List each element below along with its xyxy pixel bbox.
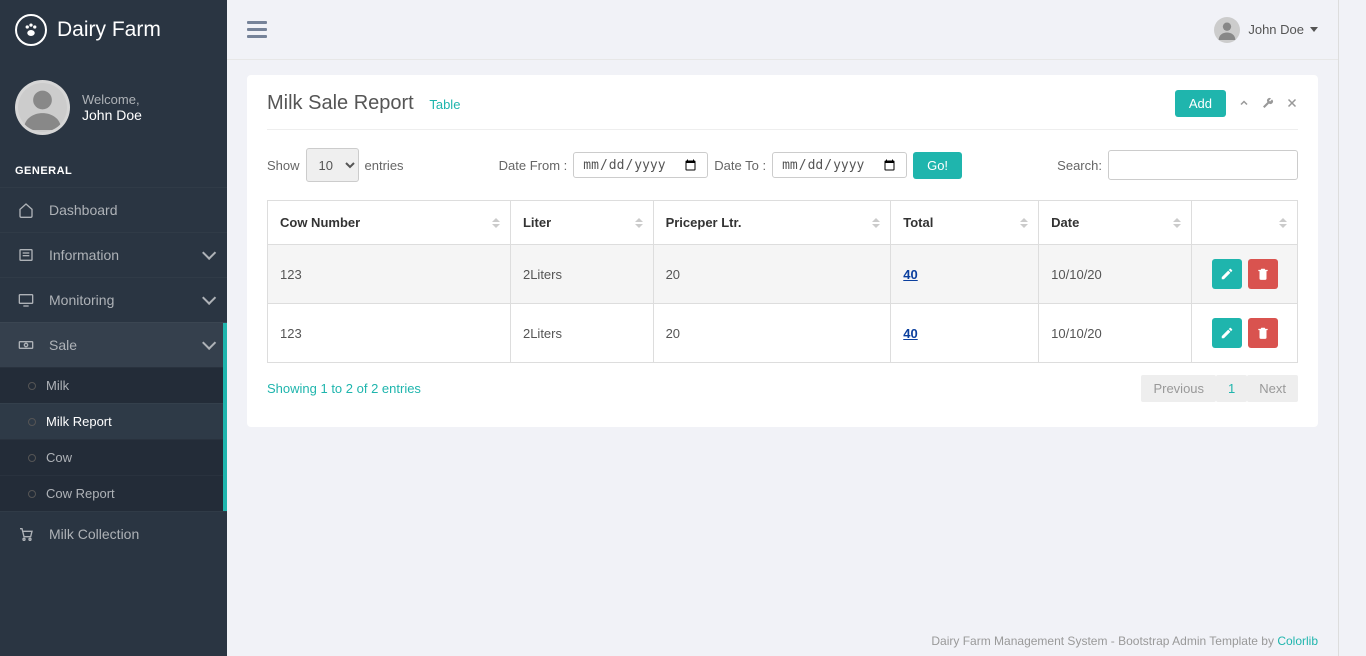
date-from-label: Date From : (499, 158, 568, 173)
scrollbar[interactable] (1338, 0, 1352, 656)
date-to-input[interactable] (772, 152, 907, 178)
report-panel: Milk Sale Report Table Add (247, 75, 1318, 427)
sort-icon (492, 218, 500, 228)
cell-cow-number: 123 (268, 245, 511, 304)
collapse-icon[interactable] (1238, 96, 1250, 112)
monitor-icon (15, 292, 37, 308)
col-date[interactable]: Date (1039, 201, 1192, 245)
sale-submenu: Milk Milk Report Cow Cow Report (0, 367, 227, 511)
prev-button[interactable]: Previous (1141, 375, 1216, 402)
delete-button[interactable] (1248, 318, 1278, 348)
sub-item-milk-report[interactable]: Milk Report (0, 403, 227, 439)
cart-icon (15, 526, 37, 542)
cell-date: 10/10/20 (1039, 304, 1192, 363)
sort-icon (1279, 218, 1287, 228)
edit-button[interactable] (1212, 259, 1242, 289)
section-label: GENERAL (0, 155, 227, 187)
avatar-icon (1214, 17, 1240, 43)
report-table: Cow Number Liter Priceper Ltr. Total Dat… (267, 200, 1298, 363)
hamburger-icon[interactable] (247, 21, 267, 38)
topbar: John Doe (227, 0, 1338, 60)
sidebar: Dairy Farm Welcome, John Doe GENERAL Das… (0, 0, 227, 656)
paw-icon (15, 14, 47, 46)
brand-title: Dairy Farm (57, 18, 161, 42)
cell-total: 40 (891, 304, 1039, 363)
home-icon (15, 202, 37, 218)
sidebar-item-label: Dashboard (49, 202, 118, 218)
cell-price: 20 (653, 304, 891, 363)
list-icon (15, 247, 37, 263)
money-icon (15, 337, 37, 353)
col-liter[interactable]: Liter (510, 201, 653, 245)
search-input[interactable] (1108, 150, 1298, 180)
sub-item-cow-report[interactable]: Cow Report (0, 475, 227, 511)
table-row: 1232Liters20 40 10/10/20 (268, 245, 1298, 304)
cell-cow-number: 123 (268, 304, 511, 363)
sidebar-item-label: Monitoring (49, 292, 114, 308)
caret-down-icon (1310, 27, 1318, 32)
next-button[interactable]: Next (1247, 375, 1298, 402)
profile-name: John Doe (82, 107, 142, 123)
add-button[interactable]: Add (1175, 90, 1226, 117)
wrench-icon[interactable] (1262, 96, 1274, 112)
panel-subtitle: Table (429, 97, 460, 112)
cell-actions (1192, 245, 1298, 304)
avatar (15, 80, 70, 135)
user-menu-name: John Doe (1248, 22, 1304, 37)
cell-date: 10/10/20 (1039, 245, 1192, 304)
total-link[interactable]: 40 (903, 326, 917, 341)
col-price[interactable]: Priceper Ltr. (653, 201, 891, 245)
sub-item-cow[interactable]: Cow (0, 439, 227, 475)
edit-button[interactable] (1212, 318, 1242, 348)
entries-label: entries (365, 158, 404, 173)
sidebar-item-label: Sale (49, 337, 77, 353)
sidebar-item-monitoring[interactable]: Monitoring (0, 277, 227, 322)
sort-icon (1173, 218, 1181, 228)
go-button[interactable]: Go! (913, 152, 962, 179)
cell-price: 20 (653, 245, 891, 304)
cell-actions (1192, 304, 1298, 363)
delete-button[interactable] (1248, 259, 1278, 289)
show-label: Show (267, 158, 300, 173)
col-total[interactable]: Total (891, 201, 1039, 245)
sort-icon (1020, 218, 1028, 228)
table-row: 1232Liters20 40 10/10/20 (268, 304, 1298, 363)
sidebar-item-dashboard[interactable]: Dashboard (0, 187, 227, 232)
brand[interactable]: Dairy Farm (0, 0, 227, 60)
sidebar-item-information[interactable]: Information (0, 232, 227, 277)
sort-icon (635, 218, 643, 228)
pagination: Previous 1 Next (1141, 375, 1298, 402)
page-footer: Dairy Farm Management System - Bootstrap… (227, 622, 1338, 656)
welcome-text: Welcome, (82, 92, 142, 107)
col-actions (1192, 201, 1298, 245)
sidebar-item-label: Information (49, 247, 119, 263)
footer-link[interactable]: Colorlib (1277, 634, 1318, 648)
cell-liter: 2Liters (510, 245, 653, 304)
table-info: Showing 1 to 2 of 2 entries (267, 381, 421, 396)
user-menu[interactable]: John Doe (1214, 17, 1318, 43)
sidebar-item-milk-collection[interactable]: Milk Collection (0, 511, 227, 556)
panel-title: Milk Sale Report (267, 92, 414, 114)
sidebar-item-sale[interactable]: Sale (0, 322, 227, 367)
search-label: Search: (1057, 158, 1102, 173)
date-from-input[interactable] (573, 152, 708, 178)
page-number[interactable]: 1 (1216, 375, 1247, 402)
sort-icon (872, 218, 880, 228)
profile-block: Welcome, John Doe (0, 60, 227, 155)
sub-item-milk[interactable]: Milk (0, 367, 227, 403)
sidebar-item-label: Milk Collection (49, 526, 139, 542)
col-cow-number[interactable]: Cow Number (268, 201, 511, 245)
date-to-label: Date To : (714, 158, 766, 173)
close-icon[interactable] (1286, 96, 1298, 112)
page-size-select[interactable]: 10 (306, 148, 359, 182)
cell-liter: 2Liters (510, 304, 653, 363)
cell-total: 40 (891, 245, 1039, 304)
total-link[interactable]: 40 (903, 267, 917, 282)
